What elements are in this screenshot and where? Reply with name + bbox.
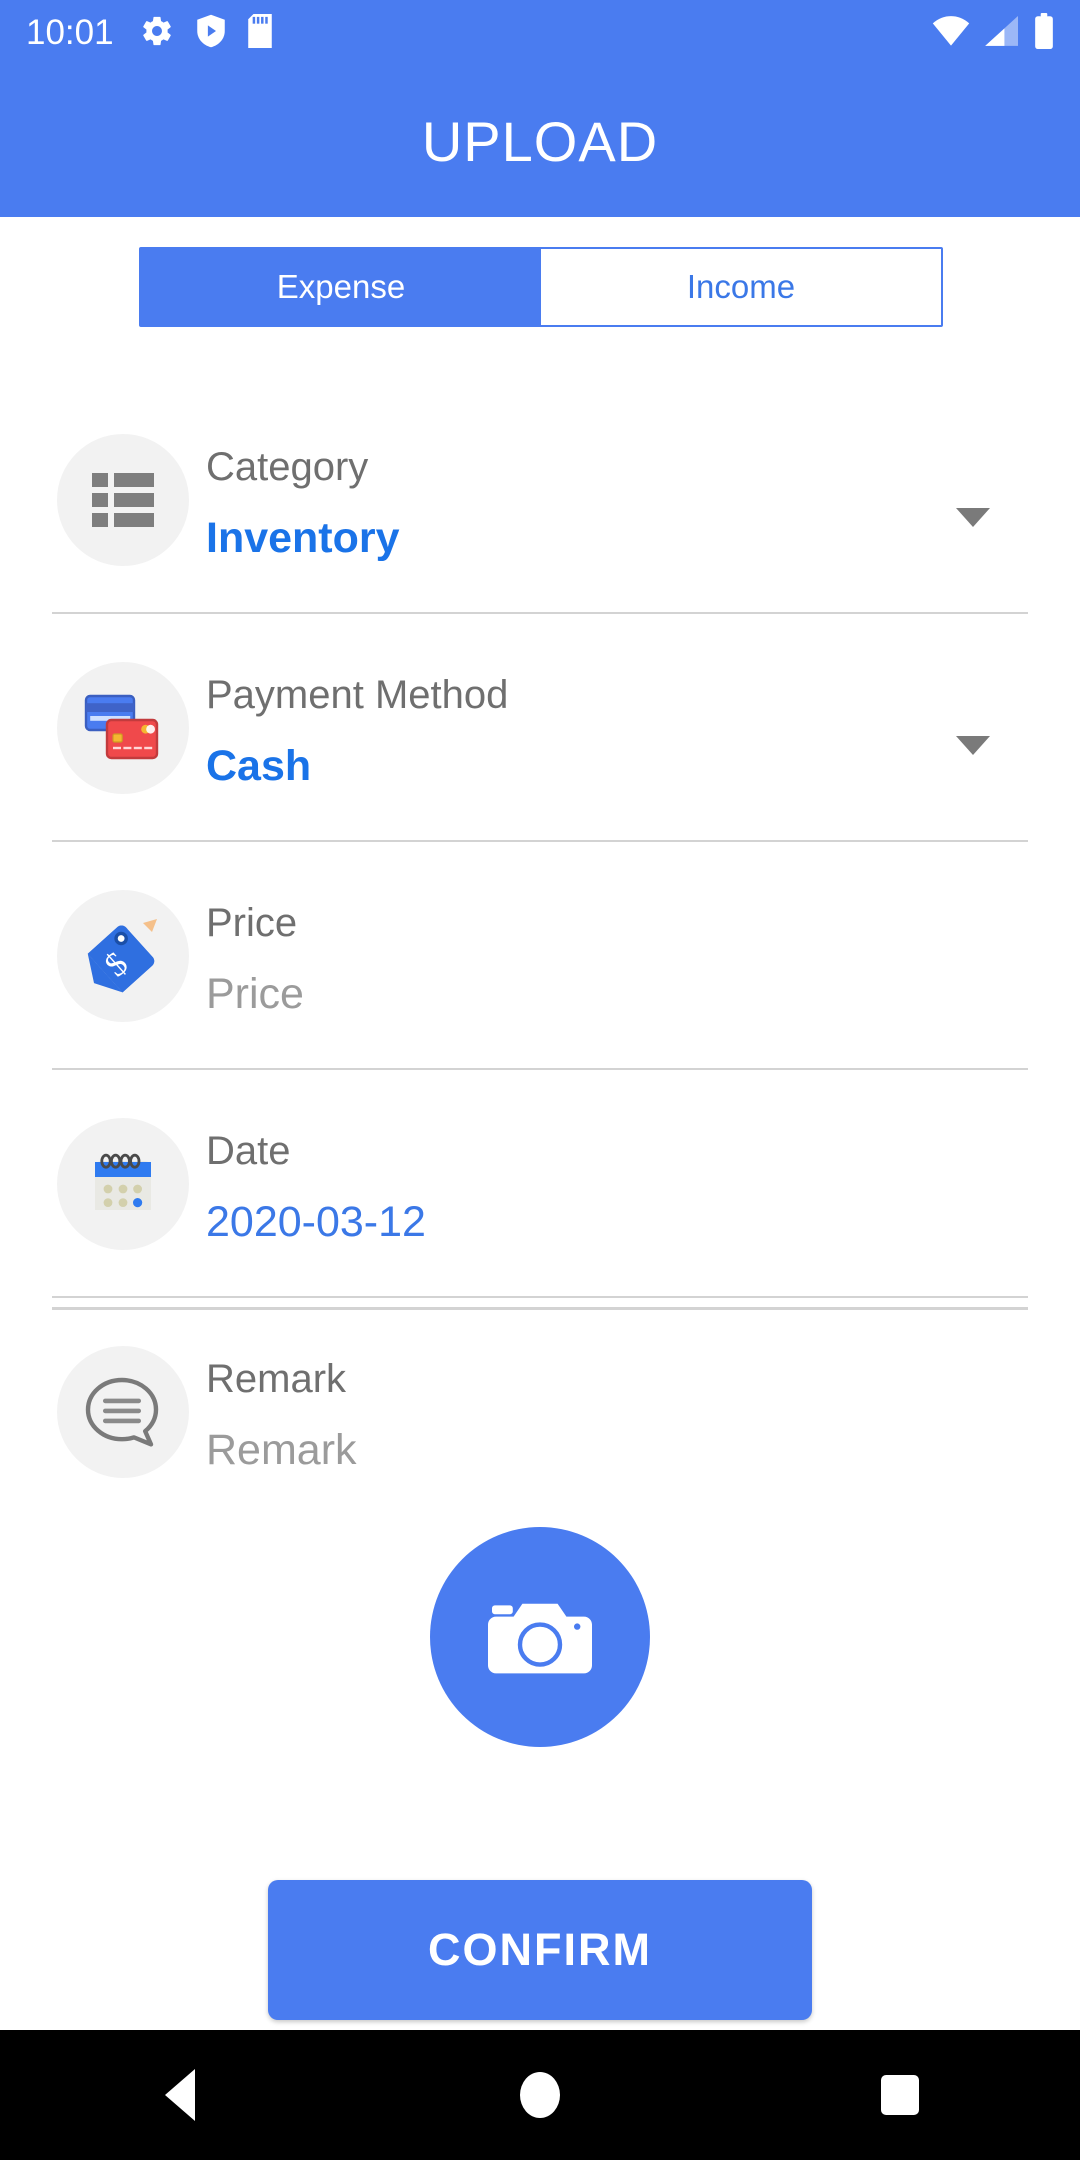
tab-income-label: Income (686, 268, 796, 305)
tab-income[interactable]: Income (541, 249, 941, 325)
battery-icon (1034, 12, 1054, 54)
main-content: Expense Income Category Inventory Paymen… (0, 217, 1080, 2030)
status-bar-clock: 10:01 (26, 13, 114, 52)
comment-icon (57, 1346, 189, 1478)
app-screen: 10:01 UPLOAD Expense Income Category Inv… (0, 0, 1080, 2160)
form-row-category[interactable]: Category Inventory (0, 386, 1080, 614)
camera-button-wrapper (0, 1527, 1080, 1747)
tab-expense-label: Expense (276, 268, 406, 305)
status-bar-left-icons (140, 13, 272, 53)
settings-gear-icon (140, 14, 174, 53)
form-row-category-body: Category Inventory (206, 441, 956, 560)
type-toggle-group: Expense Income (139, 247, 943, 327)
bottom-divider (52, 1307, 1028, 1310)
back-triangle-icon (165, 2069, 195, 2121)
form-row-payment-method-label: Payment Method (206, 672, 509, 717)
credit-cards-icon (57, 662, 189, 794)
form-row-payment-method-body: Payment Method Cash (206, 669, 956, 788)
status-bar-right-icons (932, 12, 1054, 54)
nav-recents-button[interactable] (810, 2030, 990, 2160)
form-row-payment-method[interactable]: Payment Method Cash (0, 614, 1080, 842)
confirm-button[interactable]: CONFIRM (268, 1880, 812, 2020)
page-title: UPLOAD (421, 110, 659, 173)
form-row-price-input[interactable]: Price (206, 972, 1080, 1016)
form-row-date-value[interactable]: 2020-03-12 (206, 1200, 1080, 1244)
camera-button[interactable] (430, 1527, 650, 1747)
home-circle-icon (520, 2072, 560, 2118)
form-row-category-label: Category (206, 444, 369, 489)
form-row-price[interactable]: $ Price Price (0, 842, 1080, 1070)
form-row-remark-label: Remark (206, 1356, 347, 1401)
form-row-price-label: Price (206, 900, 298, 945)
form-row-remark-input[interactable]: Remark (206, 1428, 1080, 1472)
form-row-price-body: Price Price (206, 897, 1080, 1016)
wifi-icon (932, 15, 970, 52)
form-rows: Category Inventory Payment Method Cash $… (0, 386, 1080, 1526)
cellular-signal-icon (984, 15, 1020, 52)
form-row-payment-method-value[interactable]: Cash (206, 744, 956, 788)
form-row-date-body: Date 2020-03-12 (206, 1125, 1080, 1244)
sd-card-icon (247, 13, 272, 53)
nav-home-button[interactable] (450, 2030, 630, 2160)
form-row-category-value[interactable]: Inventory (206, 516, 956, 560)
form-row-date[interactable]: Date 2020-03-12 (0, 1070, 1080, 1298)
android-nav-bar (0, 2030, 1080, 2160)
shield-play-icon (196, 14, 226, 53)
tab-expense[interactable]: Expense (141, 249, 541, 325)
price-tag-icon: $ (57, 890, 189, 1022)
camera-icon (484, 1587, 596, 1688)
form-row-remark[interactable]: Remark Remark (0, 1298, 1080, 1526)
nav-back-button[interactable] (90, 2030, 270, 2160)
status-bar: 10:01 (0, 0, 1080, 66)
app-bar: UPLOAD (0, 66, 1080, 217)
calendar-icon (57, 1118, 189, 1250)
chevron-down-icon-payment-method[interactable] (956, 735, 990, 755)
recents-square-icon (881, 2075, 919, 2115)
confirm-button-wrapper: CONFIRM (0, 1880, 1080, 2020)
form-row-remark-body: Remark Remark (206, 1353, 1080, 1472)
list-icon (57, 434, 189, 566)
form-row-date-label: Date (206, 1128, 291, 1173)
chevron-down-icon-category[interactable] (956, 507, 990, 527)
